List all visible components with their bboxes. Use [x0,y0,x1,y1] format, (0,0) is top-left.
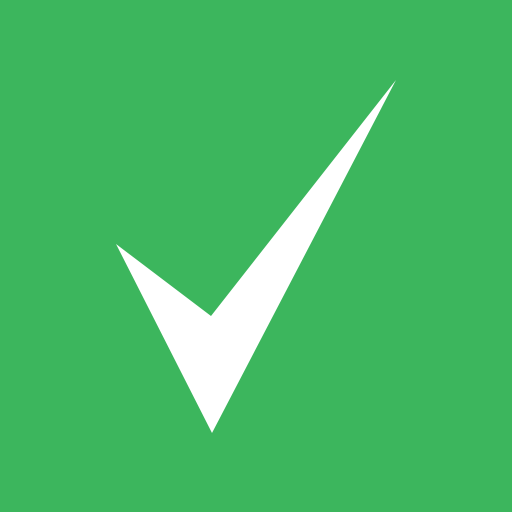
checkmark-icon [0,0,512,512]
icon-background [0,0,512,512]
checkmark-tile [0,0,512,512]
